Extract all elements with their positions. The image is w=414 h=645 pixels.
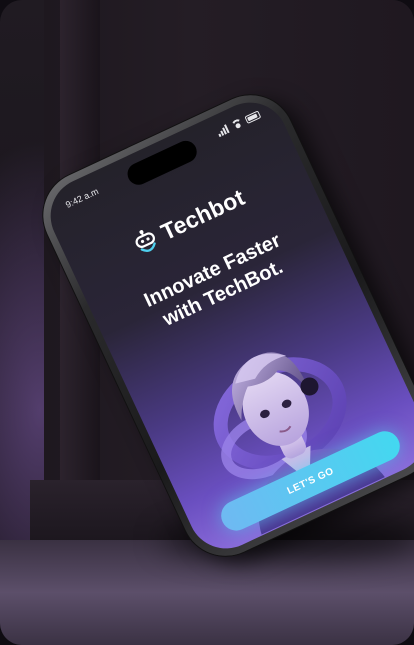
status-icons xyxy=(216,110,262,138)
battery-icon xyxy=(244,110,262,124)
status-time: 9:42 a.m xyxy=(64,186,100,210)
signal-icon xyxy=(216,124,231,138)
wifi-icon xyxy=(230,118,244,131)
robot-icon xyxy=(135,229,156,252)
background-scene: 9:42 a.m Techbot Innovate Faster with Te… xyxy=(0,0,414,645)
brand-name: Techbot xyxy=(156,183,249,246)
